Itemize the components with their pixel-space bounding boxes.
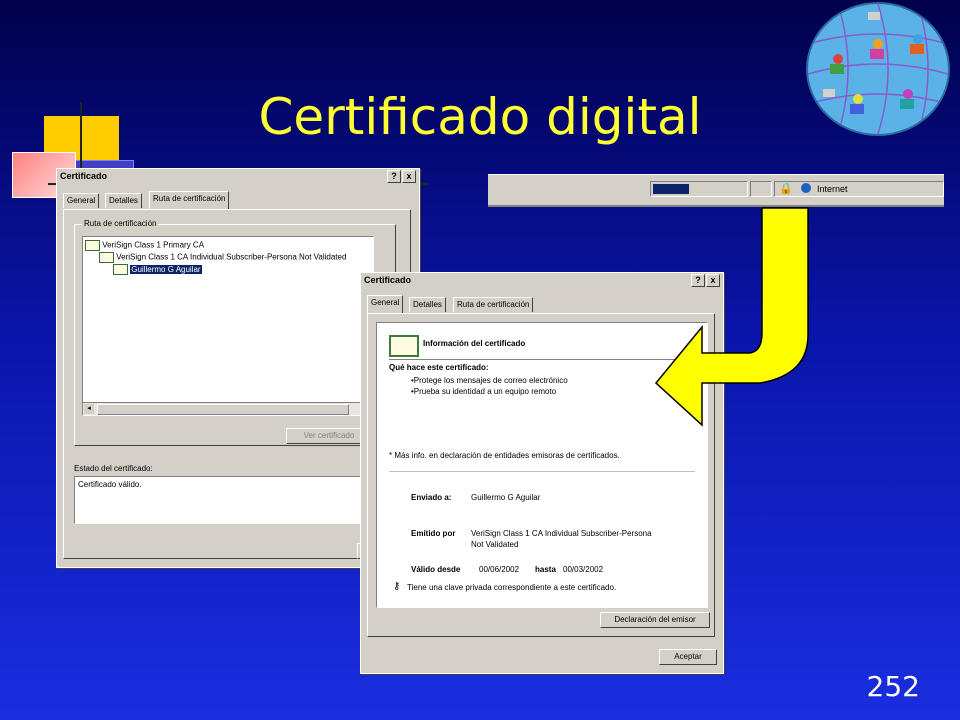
tree-item-leaf[interactable]: Guillermo G Aguilar: [113, 264, 202, 275]
zone-label: Internet: [817, 184, 848, 194]
private-key-note: Tiene una clave privada correspondiente …: [407, 583, 617, 592]
horizontal-scrollbar[interactable]: ◂: [83, 402, 373, 415]
dialog-title: Certificado: [60, 171, 108, 181]
close-button[interactable]: x: [402, 170, 416, 183]
tab-details[interactable]: Detalles: [409, 297, 446, 312]
issued-to-label: Enviado a:: [411, 493, 452, 502]
zone-pane: 🔒 Internet: [774, 181, 944, 197]
slide-title: Certificado digital: [258, 88, 702, 146]
page-number: 252: [866, 670, 920, 703]
certificate-icon: [99, 252, 114, 263]
path-group-label: Ruta de certificación: [82, 219, 159, 228]
dialog-title: Certificado: [364, 275, 412, 285]
valid-to-label: hasta: [535, 565, 556, 574]
issued-by-value-line2: Not Validated: [471, 540, 519, 549]
globe-icon: [801, 183, 811, 193]
tree-item-label: VeriSign Class 1 Primary CA: [102, 240, 205, 250]
tab-general[interactable]: General: [63, 193, 100, 208]
divider: [389, 471, 695, 472]
purpose-heading: Qué hace este certificado:: [389, 363, 489, 372]
help-button[interactable]: ?: [387, 170, 401, 183]
purpose-item: •Prueba su identidad a un equipo remoto: [411, 387, 557, 396]
progress-fill: [653, 184, 689, 194]
certificate-status-label: Estado del certificado:: [74, 464, 153, 473]
padlock-icon: 🔒: [779, 183, 793, 195]
certificate-icon: [85, 240, 100, 251]
purpose-item: •Protege los mensajes de correo electrón…: [411, 376, 568, 385]
info-heading: Información del certificado: [423, 339, 526, 348]
tab-general[interactable]: General: [367, 295, 404, 313]
tab-panel: Ruta de certificación VeriSign Class 1 P…: [63, 209, 411, 559]
browser-status-bar: 🔒 Internet: [488, 174, 944, 207]
certificate-tree[interactable]: VeriSign Class 1 Primary CA VeriSign Cla…: [82, 236, 374, 416]
progress-field: [650, 181, 748, 197]
valid-to-value: 00/03/2002: [563, 565, 604, 574]
scroll-left-arrow-icon[interactable]: ◂: [84, 404, 94, 414]
more-info-text: * Más info. en declaración de entidades …: [389, 451, 620, 460]
scrollbar-thumb[interactable]: [97, 404, 349, 415]
certificate-status-value: Certificado válido.: [78, 480, 142, 489]
valid-from-label: Válido desde: [411, 565, 461, 574]
issuer-statement-button[interactable]: Declaración del emisor: [600, 612, 710, 628]
tree-item-root[interactable]: VeriSign Class 1 Primary CA: [85, 240, 204, 251]
ok-button[interactable]: Aceptar: [659, 649, 717, 665]
key-icon: ⚷: [393, 581, 401, 592]
yellow-curved-arrow: [654, 207, 809, 427]
issued-by-label: Emitido por: [411, 529, 456, 538]
valid-from-value: 00/06/2002: [479, 565, 520, 574]
dialog-title-bar: Certificado ? x: [57, 169, 419, 183]
issued-to-value: Guillermo G Aguilar: [471, 493, 541, 502]
certificate-icon: [389, 335, 419, 357]
tab-certification-path[interactable]: Ruta de certificación: [453, 297, 534, 312]
tree-item-intermediate[interactable]: VeriSign Class 1 CA Individual Subscribe…: [99, 252, 346, 263]
issued-by-value: VeriSign Class 1 CA Individual Subscribe…: [471, 529, 652, 538]
tree-item-label: VeriSign Class 1 CA Individual Subscribe…: [116, 252, 347, 262]
tab-details[interactable]: Detalles: [105, 193, 142, 208]
status-pane: [750, 181, 772, 197]
tab-strip: General Detalles Ruta de certificación: [63, 191, 413, 209]
tab-certification-path[interactable]: Ruta de certificación: [149, 191, 230, 209]
certificate-icon: [113, 264, 128, 275]
tree-item-label-selected: Guillermo G Aguilar: [130, 264, 202, 274]
certificate-status-box: Certificado válido.: [74, 476, 376, 524]
